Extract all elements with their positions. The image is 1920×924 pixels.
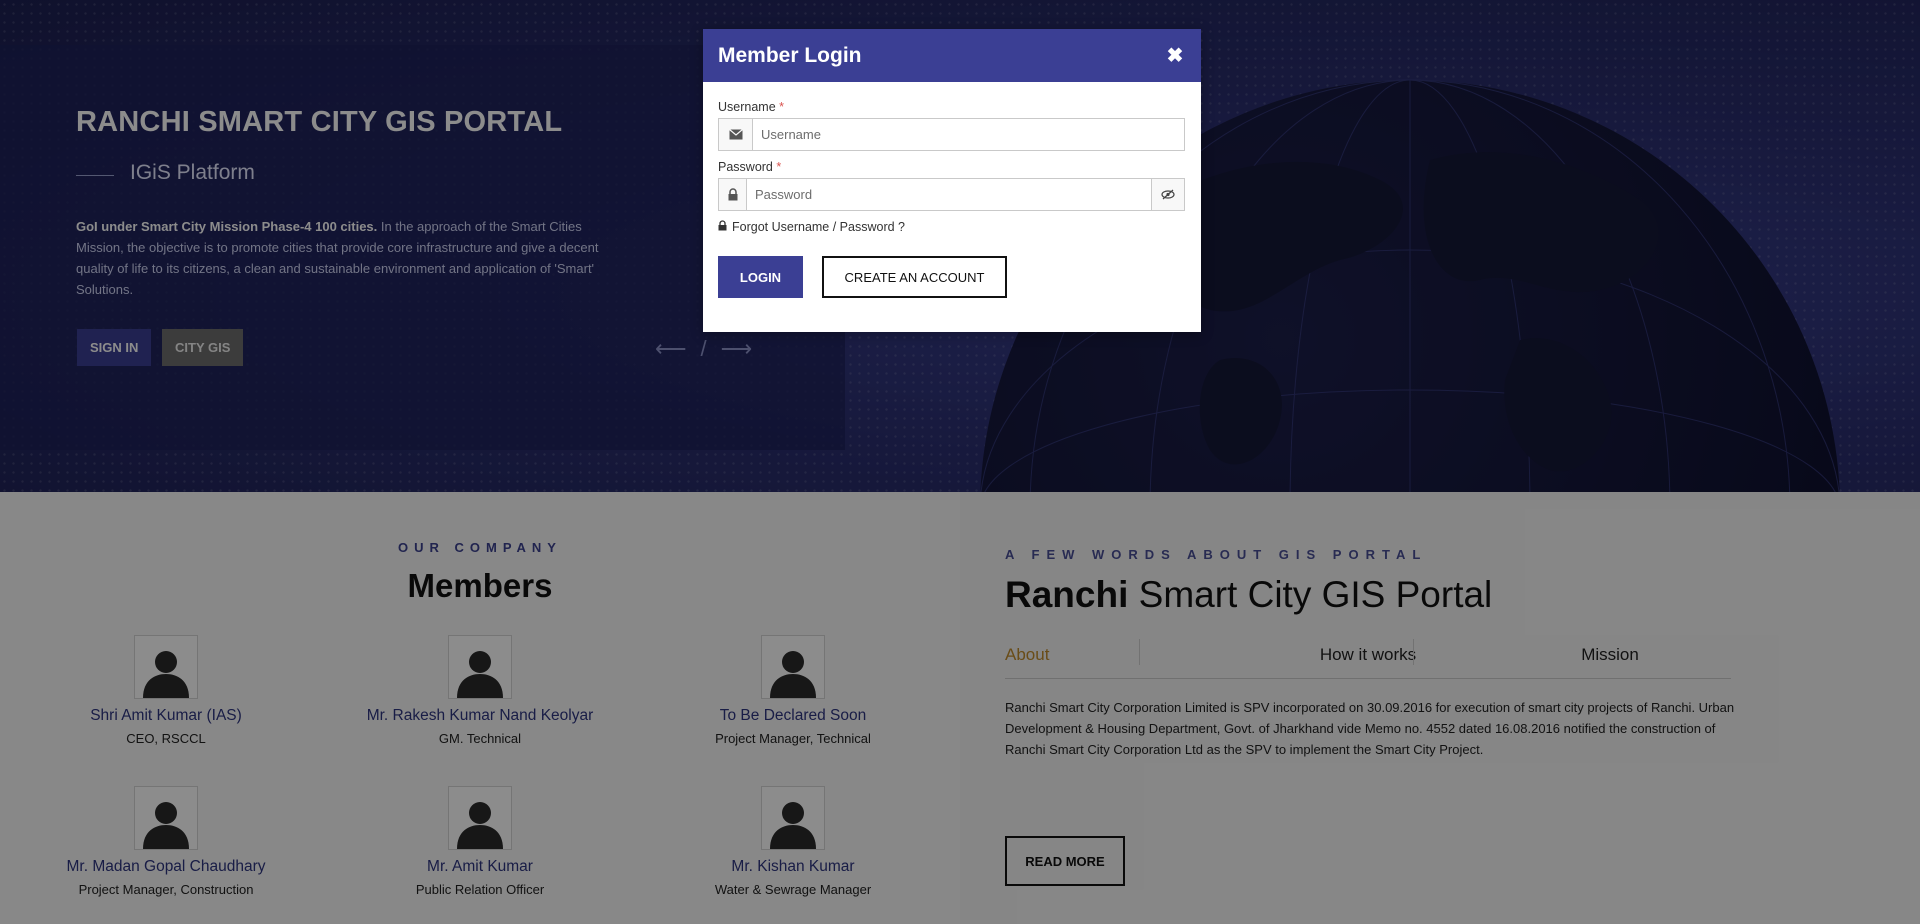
password-group xyxy=(718,178,1185,211)
username-label: Username * xyxy=(718,100,1185,114)
modal-title: Member Login xyxy=(718,43,862,67)
username-label-text: Username xyxy=(718,100,776,114)
modal-body: Username * Password * Forgot Username / xyxy=(703,82,1201,298)
login-modal: Member Login ✖ Username * Password * xyxy=(703,29,1201,332)
close-icon[interactable]: ✖ xyxy=(1165,43,1185,68)
required-mark: * xyxy=(779,100,785,114)
eye-slash-icon[interactable] xyxy=(1151,179,1184,210)
forgot-link[interactable]: Forgot Username / Password ? xyxy=(718,220,1185,234)
forgot-text[interactable]: Forgot Username / Password ? xyxy=(732,220,905,234)
lock-icon xyxy=(719,179,747,210)
envelope-icon xyxy=(719,119,753,150)
lock-small-icon xyxy=(718,220,727,234)
modal-actions: LOGIN CREATE AN ACCOUNT xyxy=(718,256,1185,298)
password-input[interactable] xyxy=(747,179,1151,210)
modal-header: Member Login ✖ xyxy=(703,29,1201,82)
login-button[interactable]: LOGIN xyxy=(718,256,803,298)
password-label: Password * xyxy=(718,160,1185,174)
required-mark: * xyxy=(776,160,782,174)
password-label-text: Password xyxy=(718,160,773,174)
username-input[interactable] xyxy=(753,119,1184,150)
username-group xyxy=(718,118,1185,151)
create-account-button[interactable]: CREATE AN ACCOUNT xyxy=(822,256,1007,298)
